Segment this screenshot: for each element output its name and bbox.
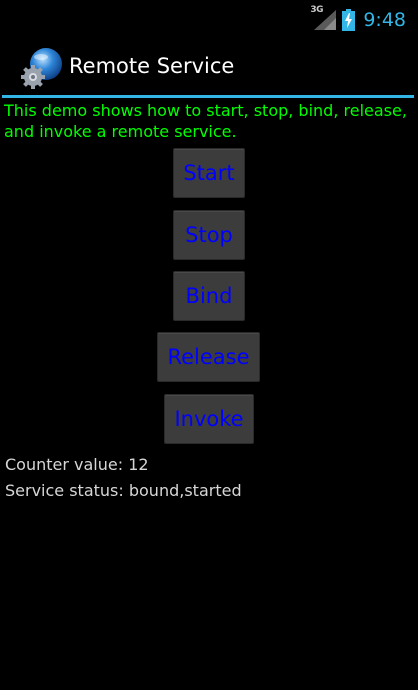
- counter-value: 12: [128, 455, 149, 474]
- phone-screen: 3G 9:48 Remote Service This demo shows h…: [0, 0, 418, 690]
- signal-indicator: 3G: [310, 5, 337, 32]
- invoke-button[interactable]: Invoke: [164, 394, 254, 444]
- service-status-text: Service status: bound,started: [5, 481, 242, 500]
- counter-label: Counter value:: [5, 455, 129, 474]
- app-title: Remote Service: [69, 54, 235, 78]
- signal-icon: [314, 10, 337, 30]
- title-divider: [2, 95, 414, 98]
- battery-charging-icon: [342, 9, 356, 31]
- service-status-value: bound,started: [128, 481, 242, 500]
- app-globe-gear-icon: [21, 48, 62, 89]
- status-bar: 3G 9:48: [0, 0, 418, 38]
- bind-button[interactable]: Bind: [173, 271, 245, 321]
- clock: 9:48: [363, 9, 406, 31]
- demo-description: This demo shows how to start, stop, bind…: [4, 101, 407, 141]
- service-status-label: Service status:: [5, 481, 129, 500]
- title-bar: Remote Service: [0, 38, 418, 96]
- counter-value-text: Counter value: 12: [5, 455, 149, 474]
- status-bar-right: 3G 9:48: [310, 5, 406, 34]
- release-button[interactable]: Release: [157, 332, 260, 382]
- start-button[interactable]: Start: [173, 148, 245, 198]
- stop-button[interactable]: Stop: [173, 210, 245, 260]
